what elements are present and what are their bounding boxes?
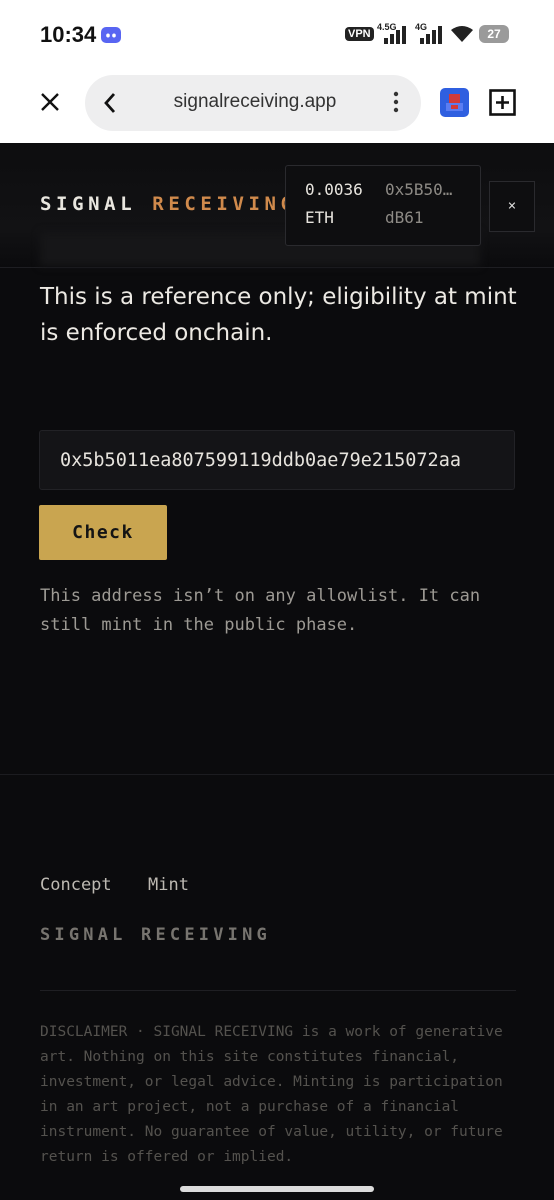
footer-brand: SIGNAL RECEIVING (40, 925, 271, 945)
home-indicator[interactable] (180, 1186, 374, 1192)
check-button[interactable]: Check (39, 505, 167, 560)
wifi-icon (451, 25, 473, 43)
disclaimer-text: DISCLAIMER · SIGNAL RECEIVING is a work … (40, 1024, 503, 1165)
vpn-badge: VPN (345, 27, 374, 41)
wallet-address-start: 0x5B50… (385, 180, 453, 199)
new-tab-icon[interactable] (489, 89, 516, 116)
wallet-balance-amount: 0.0036 (305, 180, 363, 199)
brand-word-2: RECEIVING (152, 193, 297, 215)
site-logo[interactable]: SIGNAL RECEIVING (40, 193, 297, 215)
battery-icon: 27 (479, 25, 509, 43)
brand-word-1: SIGNAL (40, 193, 137, 215)
footer-link-concept[interactable]: Concept (40, 875, 112, 895)
reference-note: This is a reference only; eligibility at… (40, 284, 517, 346)
signal-icon (382, 24, 412, 44)
footer-link-mint[interactable]: Mint (148, 875, 189, 895)
wallet-balance-unit: ETH (305, 208, 334, 227)
signal-icon (418, 24, 448, 44)
discord-icon (101, 27, 121, 43)
footer-divider (0, 774, 554, 775)
close-icon[interactable] (38, 90, 62, 114)
chevron-left-icon[interactable] (100, 90, 120, 116)
extension-icon[interactable] (440, 88, 469, 117)
allowlist-result: This address isn’t on any allowlist. It … (40, 586, 481, 635)
disconnect-button[interactable]: × (489, 181, 535, 232)
url-text[interactable]: signalreceiving.app (130, 91, 380, 113)
status-time: 10:34 (40, 22, 97, 47)
wallet-address-end: dB61 (385, 208, 424, 227)
wallet-panel[interactable] (285, 165, 481, 246)
address-input[interactable] (39, 430, 515, 490)
more-vert-icon[interactable] (386, 89, 406, 115)
footer-rule (40, 990, 516, 991)
